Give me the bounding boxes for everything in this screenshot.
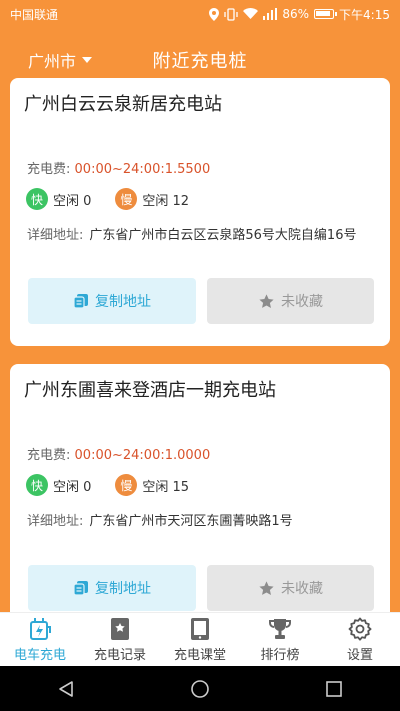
vibrate-icon [224, 7, 239, 21]
nav-label: 设置 [346, 648, 373, 663]
slow-free-count: 空闲 15 [142, 479, 190, 495]
station-name: 广州白云云泉新居充电站 [24, 94, 222, 115]
fast-free-count: 空闲 0 [53, 479, 92, 495]
copy-icon [73, 294, 88, 309]
bottom-nav: 电车充电 充电记录 充电课堂 排行榜 设置 [0, 612, 400, 666]
fast-charger-status: 快 空闲 0 [26, 188, 91, 210]
fast-charger-status: 快 空闲 0 [26, 474, 91, 496]
availability-row: 快 空闲 0 慢 空闲 15 [26, 474, 213, 496]
signal-icon [263, 8, 278, 20]
status-icons: 86% 下午4:15 [209, 6, 390, 23]
bookmark-record-icon [109, 616, 131, 642]
fee-value: 00:00~24:00:1.0000 [74, 448, 211, 463]
station-name: 广州东圃喜来登酒店一期充电站 [24, 380, 276, 401]
copy-address-label: 复制地址 [95, 294, 151, 310]
fast-badge: 快 [26, 474, 48, 496]
battery-percent: 86% [282, 7, 310, 21]
star-icon [259, 293, 274, 308]
nav-label: 充电记录 [93, 648, 146, 663]
fast-free-count: 空闲 0 [53, 193, 92, 209]
status-bar: 中国联通 86% 下午4:15 [0, 0, 400, 28]
fee-value: 00:00~24:00:1.5500 [74, 162, 211, 177]
clock: 下午4:15 [339, 7, 390, 22]
address-value: 广东省广州市天河区东圃菁映路1号 [89, 514, 293, 529]
station-card[interactable]: 广州东圃喜来登酒店一期充电站 充电费: 00:00~24:00:1.0000 快… [10, 364, 390, 624]
charging-plug-icon [27, 616, 53, 642]
address-row: 详细地址: 广东省广州市天河区东圃菁映路1号 [27, 512, 377, 532]
slow-charger-status: 慢 空闲 12 [115, 188, 189, 210]
address-label: 详细地址: [27, 228, 84, 243]
wifi-icon [243, 8, 259, 19]
trophy-icon [268, 616, 292, 642]
nav-label: 充电课堂 [173, 648, 226, 663]
copy-icon [73, 581, 88, 596]
home-icon[interactable] [190, 679, 210, 699]
settings-gear-icon [348, 616, 372, 642]
nav-label: 电车充电 [13, 648, 66, 663]
slow-free-count: 空闲 12 [142, 193, 190, 209]
battery-icon [314, 9, 338, 19]
slow-badge: 慢 [115, 474, 138, 496]
fee-row: 充电费: 00:00~24:00:1.0000 [27, 444, 210, 463]
copy-address-label: 复制地址 [95, 581, 151, 597]
nav-item-leaderboard[interactable]: 排行榜 [240, 616, 320, 663]
availability-row: 快 空闲 0 慢 空闲 12 [26, 188, 213, 210]
address-value: 广东省广州市白云区云泉路56号大院自编16号 [89, 228, 357, 243]
fee-label: 充电费: [27, 162, 71, 177]
recents-icon[interactable] [325, 680, 343, 698]
slow-badge: 慢 [115, 188, 138, 210]
fast-badge: 快 [26, 188, 48, 210]
favorite-button[interactable]: 未收藏 [207, 565, 374, 611]
favorite-button[interactable]: 未收藏 [207, 278, 374, 324]
nav-item-charging-class[interactable]: 充电课堂 [160, 616, 240, 663]
address-label: 详细地址: [27, 514, 84, 529]
location-icon [209, 7, 220, 21]
address-row: 详细地址: 广东省广州市白云区云泉路56号大院自编16号 [27, 226, 377, 246]
nav-item-ev-charging[interactable]: 电车充电 [0, 616, 80, 663]
star-icon [259, 580, 274, 595]
page-title: 附近充电桩 [152, 51, 248, 72]
tablet-icon [190, 616, 210, 642]
nav-item-charging-records[interactable]: 充电记录 [80, 616, 160, 663]
slow-charger-status: 慢 空闲 15 [115, 474, 189, 496]
station-card[interactable]: 广州白云云泉新居充电站 充电费: 00:00~24:00:1.5500 快 空闲… [10, 78, 390, 346]
nav-item-settings[interactable]: 设置 [320, 616, 400, 663]
header: 广州市 附近充电桩 [0, 42, 400, 78]
copy-address-button[interactable]: 复制地址 [28, 278, 196, 324]
fee-label: 充电费: [27, 448, 71, 463]
nav-label: 排行榜 [260, 648, 300, 663]
carrier-label: 中国联通 [10, 7, 59, 22]
favorite-label: 未收藏 [281, 581, 323, 597]
fee-row: 充电费: 00:00~24:00:1.5500 [27, 158, 210, 177]
favorite-label: 未收藏 [281, 294, 323, 310]
copy-address-button[interactable]: 复制地址 [28, 565, 196, 611]
back-icon[interactable] [57, 680, 75, 698]
system-nav-bar [0, 666, 400, 711]
